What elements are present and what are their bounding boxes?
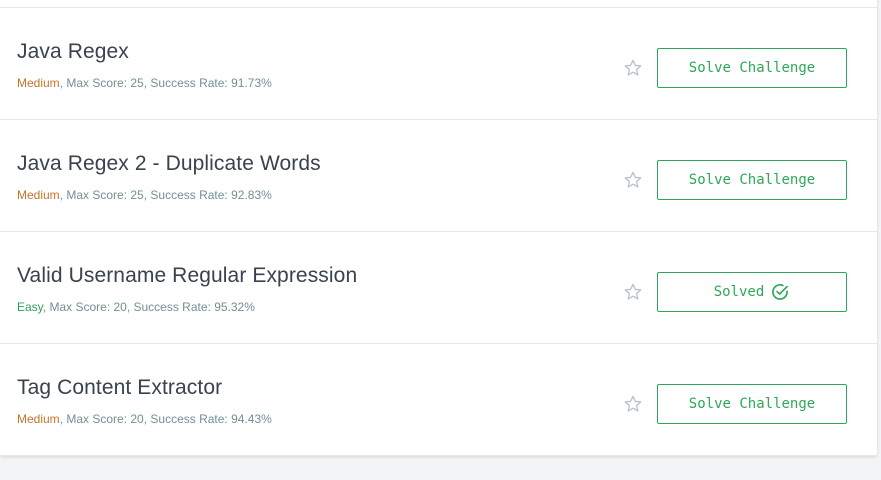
star-outline-icon[interactable]: [623, 170, 643, 190]
solve-challenge-button[interactable]: Solve Challenge: [657, 160, 847, 200]
star-outline-icon[interactable]: [623, 58, 643, 78]
solved-button[interactable]: Solved: [657, 272, 847, 312]
challenge-meta: Medium, Max Score: 25, Success Rate: 91.…: [17, 76, 272, 90]
challenge-list: Java Regex Medium, Max Score: 25, Succes…: [0, 0, 877, 456]
challenge-meta: Easy, Max Score: 20, Success Rate: 95.32…: [17, 300, 255, 314]
solve-challenge-button[interactable]: Solve Challenge: [657, 384, 847, 424]
challenge-title[interactable]: Valid Username Regular Expression: [17, 264, 357, 288]
score-info: , Max Score: 25, Success Rate: 92.83%: [59, 188, 272, 202]
challenge-card: Java Regex Medium, Max Score: 25, Succes…: [0, 8, 877, 120]
challenge-title[interactable]: Java Regex: [17, 40, 129, 64]
star-outline-icon[interactable]: [623, 282, 643, 302]
score-info: , Max Score: 25, Success Rate: 91.73%: [59, 76, 272, 90]
button-label: Solve Challenge: [688, 172, 816, 188]
challenge-list-page: Java Regex Medium, Max Score: 25, Succes…: [0, 0, 881, 480]
challenge-title[interactable]: Tag Content Extractor: [17, 376, 222, 400]
challenge-title[interactable]: Java Regex 2 - Duplicate Words: [17, 152, 321, 176]
button-label: Solve Challenge: [688, 60, 816, 76]
check-circle-icon: [770, 282, 790, 302]
button-label: Solved: [713, 284, 765, 300]
challenge-meta: Medium, Max Score: 25, Success Rate: 92.…: [17, 188, 272, 202]
button-label: Solve Challenge: [688, 396, 816, 412]
challenge-card: Java Regex 2 - Duplicate Words Medium, M…: [0, 120, 877, 232]
difficulty-label: Medium: [17, 412, 60, 426]
solve-challenge-button[interactable]: Solve Challenge: [657, 48, 847, 88]
challenge-card: Valid Username Regular Expression Easy, …: [0, 232, 877, 344]
list-top-edge: [0, 0, 877, 8]
star-outline-icon[interactable]: [623, 394, 643, 414]
challenge-card: Tag Content Extractor Medium, Max Score:…: [0, 344, 877, 456]
difficulty-label: Easy: [17, 300, 43, 314]
score-info: , Max Score: 20, Success Rate: 95.32%: [42, 300, 255, 314]
difficulty-label: Medium: [17, 76, 60, 90]
challenge-meta: Medium, Max Score: 20, Success Rate: 94.…: [17, 412, 272, 426]
difficulty-label: Medium: [17, 188, 60, 202]
score-info: , Max Score: 20, Success Rate: 94.43%: [59, 412, 272, 426]
